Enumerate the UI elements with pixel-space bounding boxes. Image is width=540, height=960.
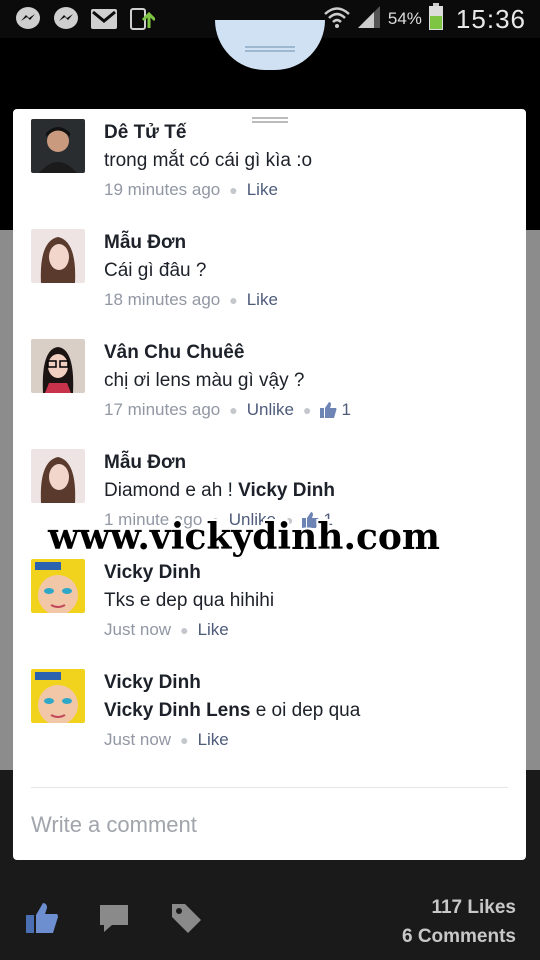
wifi-icon	[324, 5, 350, 34]
comment-author[interactable]: Dê Tử Tế	[104, 122, 186, 144]
comment-icon[interactable]	[96, 900, 132, 936]
comment-time: 17 minutes ago	[104, 400, 221, 419]
comment-meta: 18 minutes ago ● Like	[104, 290, 278, 310]
battery-percent: 54%	[387, 9, 422, 28]
like-count-number: 1	[341, 400, 351, 419]
clock: 15:36	[455, 3, 526, 34]
comments-count[interactable]: 6 Comments	[402, 922, 516, 951]
comment-meta: Just now ● Like	[104, 620, 229, 640]
comment-item: Mẫu Đơn Cái gì đâu ? 18 minutes ago ● Li…	[13, 219, 526, 329]
comment-time: Just now	[104, 620, 172, 639]
like-button[interactable]: Like	[247, 290, 278, 310]
avatar[interactable]	[31, 339, 85, 393]
mention-link[interactable]: Vicky Dinh	[238, 480, 335, 501]
comment-input[interactable]: Write a comment	[31, 812, 197, 838]
comment-item: Vân Chu Chuêê chị ơi lens màu gì vậy ? 1…	[13, 329, 526, 439]
unlike-button[interactable]: Unlike	[247, 400, 294, 420]
like-button[interactable]: Like	[198, 620, 229, 640]
comment-time: Just now	[104, 730, 172, 749]
post-actions	[24, 900, 204, 936]
comment-text-body: Diamond e ah !	[104, 480, 239, 501]
comment-text: Diamond e ah ! Vicky Dinh	[104, 480, 335, 502]
messenger-icon	[52, 5, 80, 33]
like-count[interactable]: 1	[320, 400, 351, 420]
comment-author[interactable]: Vicky Dinh	[104, 562, 201, 584]
comment-text: Vicky Dinh Lens e oi dep qua	[104, 700, 360, 722]
comment-text-body: e oi dep qua	[250, 700, 361, 721]
comment-author[interactable]: Mẫu Đơn	[104, 232, 186, 254]
gmail-icon	[90, 5, 118, 33]
comment-author[interactable]: Vân Chu Chuêê	[104, 342, 244, 364]
like-button[interactable]: Like	[198, 730, 229, 750]
composer-divider	[31, 787, 508, 788]
comments-sheet: Dê Tử Tế trong mắt có cái gì kìa :o 19 m…	[13, 109, 526, 860]
comment-author[interactable]: Vicky Dinh	[104, 672, 201, 694]
tag-icon[interactable]	[168, 900, 204, 936]
comment-time: 18 minutes ago	[104, 290, 221, 309]
comment-meta: 17 minutes ago ● Unlike ● 1	[104, 400, 351, 420]
messenger-icon	[14, 5, 42, 33]
comment-meta: Just now ● Like	[104, 730, 229, 750]
download-icon	[128, 5, 156, 33]
watermark: www.vickydinh.com	[48, 516, 441, 558]
comment-text: trong mắt có cái gì kìa :o	[104, 150, 313, 171]
comment-text: chị ơi lens màu gì vậy ?	[104, 370, 305, 391]
comment-item: Dê Tử Tế trong mắt có cái gì kìa :o 19 m…	[13, 109, 526, 219]
avatar[interactable]	[31, 559, 85, 613]
signal-icon	[356, 4, 382, 35]
post-stats: 117 Likes 6 Comments	[402, 893, 516, 951]
avatar[interactable]	[31, 669, 85, 723]
avatar[interactable]	[31, 229, 85, 283]
avatar[interactable]	[31, 449, 85, 503]
comment-meta: 19 minutes ago ● Like	[104, 180, 278, 200]
status-right: 54% 15:36	[324, 2, 526, 36]
like-button[interactable]: Like	[247, 180, 278, 200]
like-icon[interactable]	[24, 900, 60, 936]
likes-count[interactable]: 117 Likes	[402, 893, 516, 922]
comment-text: Cái gì đâu ?	[104, 260, 207, 281]
avatar[interactable]	[31, 119, 85, 173]
comment-author[interactable]: Mẫu Đơn	[104, 452, 186, 474]
notification-icons	[14, 5, 156, 33]
battery-icon	[428, 2, 444, 36]
thumbs-up-icon	[320, 402, 337, 418]
comment-text: Tks e dep qua hihihi	[104, 590, 275, 611]
comment-item: Vicky Dinh Tks e dep qua hihihi Just now…	[13, 549, 526, 659]
comment-time: 19 minutes ago	[104, 180, 221, 199]
comment-item: Vicky Dinh Vicky Dinh Lens e oi dep qua …	[13, 659, 526, 769]
mention-link[interactable]: Vicky Dinh Lens	[104, 700, 250, 721]
